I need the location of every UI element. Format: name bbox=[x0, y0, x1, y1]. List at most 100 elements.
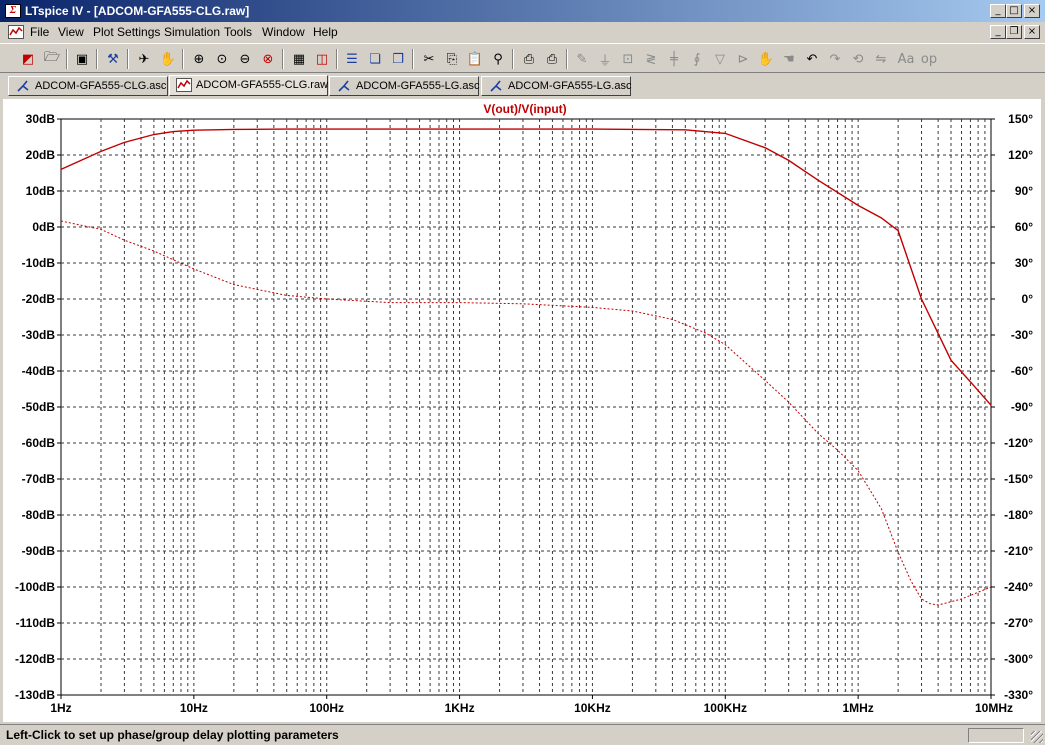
print-setup-icon: ⎙ bbox=[523, 51, 535, 67]
new-schematic-icon: ◩ bbox=[21, 51, 35, 67]
undo-icon: ↶ bbox=[806, 51, 818, 67]
ltspice-app-icon[interactable]: Σ bbox=[5, 4, 21, 18]
magnifier-icon: ⊙ bbox=[216, 51, 228, 67]
tile-vertical-button[interactable]: ❐ bbox=[388, 49, 408, 69]
print-setup-button[interactable]: ⎙ bbox=[519, 49, 539, 69]
phase-trace[interactable] bbox=[60, 220, 992, 606]
schematic-icon bbox=[17, 80, 29, 92]
mirror-button[interactable]: ⇋ bbox=[871, 49, 891, 69]
run-button[interactable]: ✈ bbox=[134, 49, 154, 69]
ground-button[interactable]: ⏚ bbox=[595, 49, 615, 69]
x-tick-label: 10MHz bbox=[975, 701, 1013, 715]
resize-grip[interactable] bbox=[1031, 731, 1043, 743]
tab-adcom-gfa555-clg-raw[interactable]: ADCOM-GFA555-CLG.raw bbox=[169, 75, 328, 96]
find-button[interactable]: ⚲ bbox=[488, 49, 508, 69]
y-left-tick-label: -50dB bbox=[22, 400, 56, 414]
menu-plot-settings[interactable]: Plot Settings bbox=[93, 25, 160, 39]
y-right-tick-label: 0° bbox=[1022, 292, 1034, 306]
tab-adcom-gfa555-clg-asc[interactable]: ADCOM-GFA555-CLG.asc bbox=[8, 76, 168, 96]
zoom-out-button[interactable]: ⊖ bbox=[235, 49, 255, 69]
diode-icon: ▽ bbox=[715, 51, 725, 67]
mdi-close-button[interactable]: × bbox=[1024, 25, 1040, 39]
control-panel-button[interactable]: ⚒ bbox=[103, 49, 123, 69]
y-left-tick-label: 0dB bbox=[32, 220, 55, 234]
minimize-icon: _ bbox=[995, 26, 1001, 37]
toolbar-separator bbox=[96, 49, 98, 69]
zoom-out-icon: ⊖ bbox=[239, 51, 251, 67]
label-net-button[interactable]: ⊡ bbox=[618, 49, 638, 69]
y-right-tick-label: 60° bbox=[1015, 220, 1033, 234]
diode-button[interactable]: ▽ bbox=[710, 49, 730, 69]
paste-button[interactable]: 📋 bbox=[465, 49, 485, 69]
menu-simulation[interactable]: Simulation bbox=[164, 25, 220, 39]
tab-adcom-gfa555-lg-asc-2[interactable]: ADCOM-GFA555-LG.asc bbox=[481, 76, 631, 96]
paste-icon: 📋 bbox=[466, 51, 484, 67]
hammer-icon: ⚒ bbox=[107, 51, 119, 67]
open-button[interactable]: 🗁 bbox=[42, 49, 62, 69]
halt-button[interactable]: ✋ bbox=[158, 49, 178, 69]
y-left-tick-label: -100dB bbox=[15, 580, 55, 594]
y-right-tick-label: 150° bbox=[1008, 112, 1033, 126]
y-left-tick-label: -60dB bbox=[22, 436, 56, 450]
magnitude-trace[interactable] bbox=[60, 128, 992, 406]
close-icon: × bbox=[1027, 5, 1037, 16]
menu-file[interactable]: File bbox=[30, 25, 49, 39]
cascade-button[interactable]: ❏ bbox=[365, 49, 385, 69]
maximize-button[interactable]: □ bbox=[1006, 4, 1022, 18]
spice-directive-button[interactable]: op bbox=[919, 49, 939, 69]
zoom-in-button[interactable]: ⊕ bbox=[189, 49, 209, 69]
menu-view[interactable]: View bbox=[58, 25, 84, 39]
autorange-button[interactable]: ▦ bbox=[289, 49, 309, 69]
status-panel bbox=[968, 728, 1024, 743]
inductor-button[interactable]: ∮ bbox=[687, 49, 707, 69]
mdi-minimize-button[interactable]: _ bbox=[990, 25, 1006, 39]
resistor-button[interactable]: ≷ bbox=[641, 49, 661, 69]
y-left-tick-label: -120dB bbox=[15, 652, 55, 666]
waveform-icon bbox=[176, 78, 192, 92]
toolbar-separator bbox=[566, 49, 568, 69]
save-button[interactable]: ▣ bbox=[72, 49, 92, 69]
menu-tools[interactable]: Tools bbox=[224, 25, 252, 39]
plot-title[interactable]: V(out)/V(input) bbox=[483, 102, 566, 116]
toolbar-separator bbox=[66, 49, 68, 69]
status-text: Left-Click to set up phase/group delay p… bbox=[6, 728, 339, 742]
tile-horizontal-button[interactable]: ☰ bbox=[342, 49, 362, 69]
menu-bar: File View Plot Settings Simulation Tools… bbox=[0, 22, 1045, 42]
pick-visible-traces-button[interactable]: ◫ bbox=[312, 49, 332, 69]
y-right-tick-label: -330° bbox=[1004, 688, 1033, 702]
zoom-fit-button[interactable]: ⊗ bbox=[258, 49, 278, 69]
y-left-tick-label: 30dB bbox=[26, 112, 56, 126]
tab-adcom-gfa555-lg-asc[interactable]: ADCOM-GFA555-LG.asc bbox=[329, 76, 479, 96]
tab-label: ADCOM-GFA555-CLG.raw bbox=[196, 79, 329, 91]
pan-button[interactable]: ⊙ bbox=[212, 49, 232, 69]
cut-button[interactable]: ✂ bbox=[419, 49, 439, 69]
close-button[interactable]: × bbox=[1024, 4, 1040, 18]
print-button[interactable]: ⎙ bbox=[542, 49, 562, 69]
copy-button[interactable]: ⎘ bbox=[442, 49, 462, 69]
drag-button[interactable]: ☚ bbox=[779, 49, 799, 69]
mdi-restore-button[interactable]: ❐ bbox=[1006, 25, 1022, 39]
capacitor-button[interactable]: ╪ bbox=[664, 49, 684, 69]
component-icon: ⊳ bbox=[737, 51, 749, 67]
rotate-button[interactable]: ⟲ bbox=[848, 49, 868, 69]
y-right-tick-label: -150° bbox=[1004, 472, 1033, 486]
x-tick-label: 100Hz bbox=[309, 701, 344, 715]
menu-window[interactable]: Window bbox=[262, 25, 305, 39]
redo-button[interactable]: ↷ bbox=[825, 49, 845, 69]
text-icon: Aa bbox=[897, 51, 915, 67]
component-button[interactable]: ⊳ bbox=[733, 49, 753, 69]
minimize-icon: _ bbox=[995, 5, 1001, 16]
waveform-plot-window[interactable]: 30dB 20dB 10dB 0dB -10dB -20dB -30dB -40dB -50dB… bbox=[3, 99, 1041, 722]
waveform-document-icon[interactable] bbox=[8, 25, 24, 39]
text-button[interactable]: Aa bbox=[896, 49, 916, 69]
undo-button[interactable]: ↶ bbox=[802, 49, 822, 69]
autorange-icon: ▦ bbox=[292, 51, 306, 67]
new-schematic-button[interactable]: ◩ bbox=[18, 49, 38, 69]
move-button[interactable]: ✋ bbox=[756, 49, 776, 69]
menu-help[interactable]: Help bbox=[313, 25, 338, 39]
label-icon: ⊡ bbox=[622, 51, 634, 67]
draw-wire-button[interactable]: ✎ bbox=[572, 49, 592, 69]
bode-plot[interactable]: 30dB 20dB 10dB 0dB -10dB -20dB -30dB -40dB -50dB… bbox=[3, 99, 1041, 722]
minimize-button[interactable]: _ bbox=[990, 4, 1006, 18]
y-left-tick-label: -130dB bbox=[15, 688, 55, 702]
